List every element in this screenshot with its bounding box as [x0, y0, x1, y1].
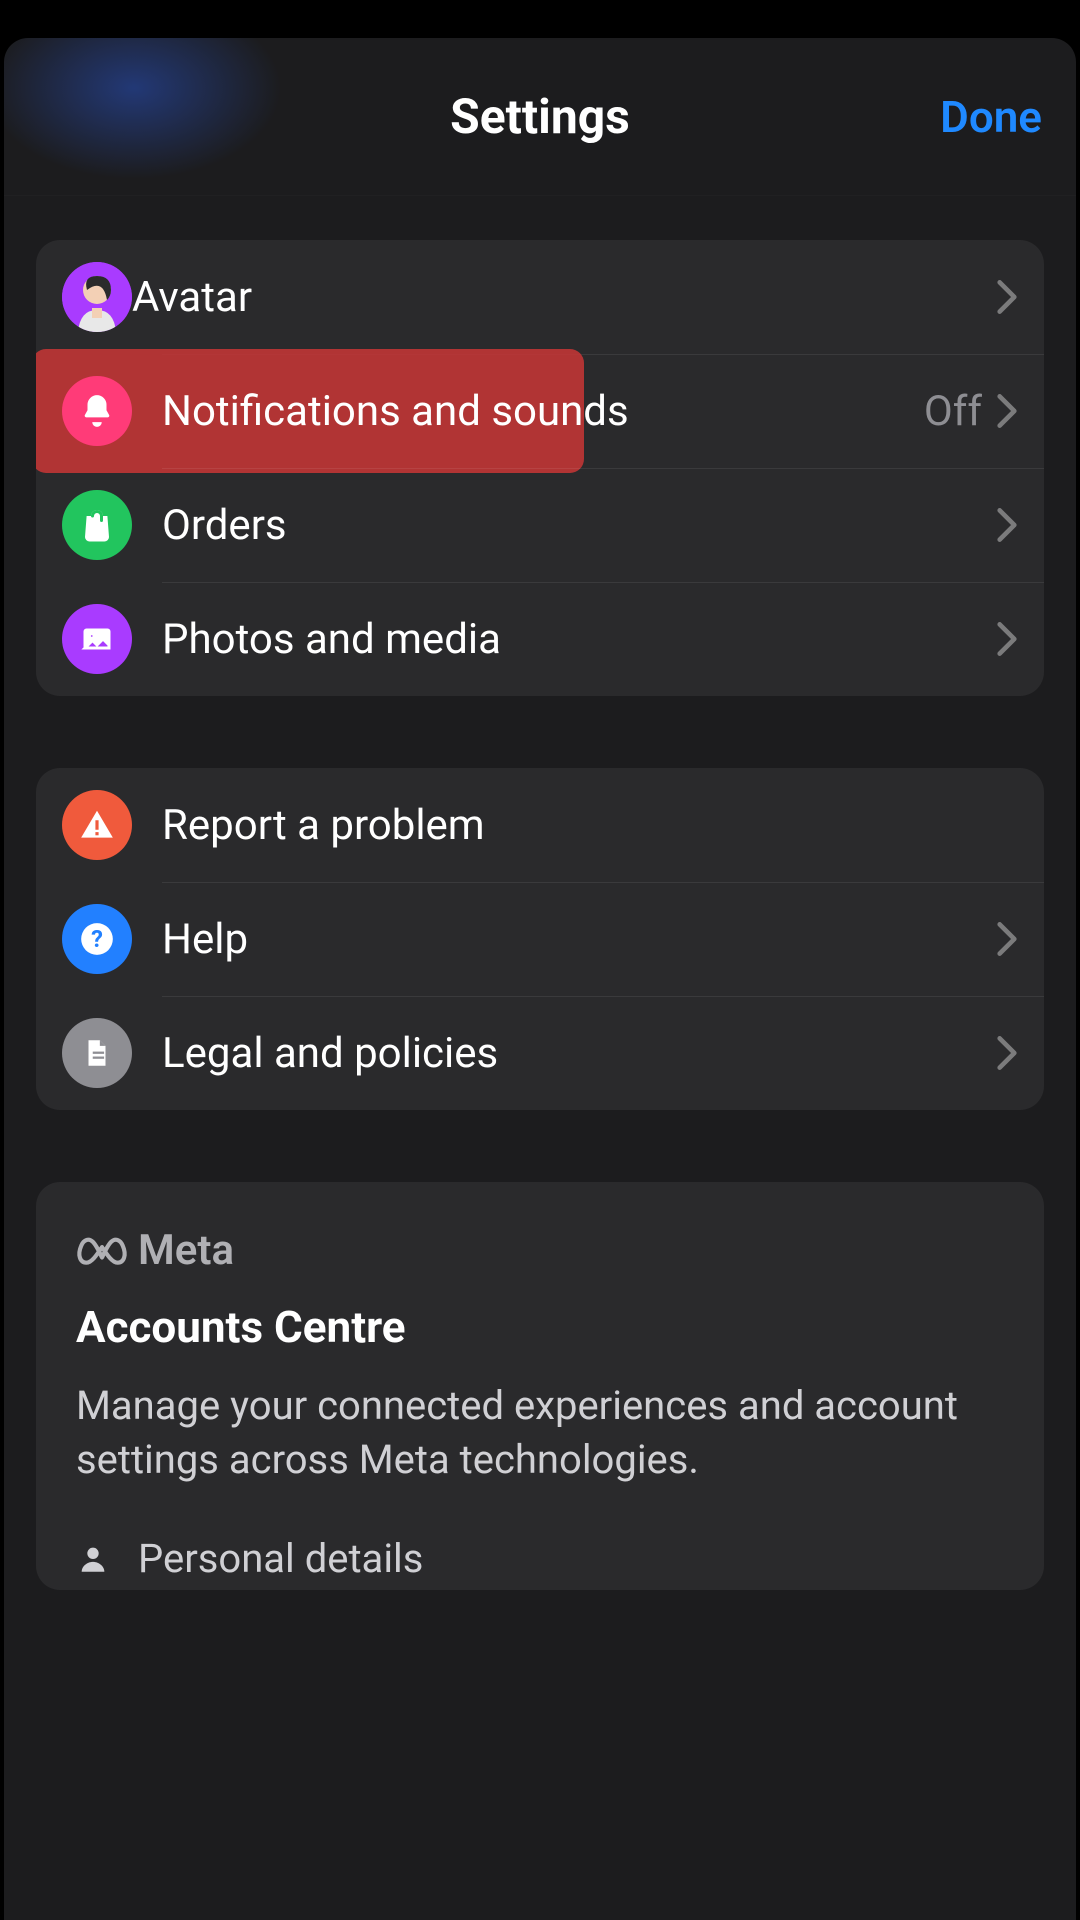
settings-content: Avatar Notifications and sounds Off	[4, 196, 1076, 1590]
accounts-centre-card: Meta Accounts Centre Manage your connect…	[36, 1182, 1044, 1590]
row-avatar[interactable]: Avatar	[36, 240, 1044, 354]
row-help-label: Help	[162, 915, 996, 964]
meta-infinity-icon	[76, 1234, 128, 1268]
row-legal-label: Legal and policies	[162, 1029, 996, 1078]
meta-logo: Meta	[76, 1226, 1004, 1275]
row-personal-details[interactable]: Personal details	[76, 1527, 1004, 1590]
page-title: Settings	[450, 88, 630, 145]
settings-sheet: Settings Done Avatar	[4, 38, 1076, 1920]
chevron-right-icon	[996, 620, 1018, 658]
chevron-right-icon	[996, 920, 1018, 958]
row-report[interactable]: Report a problem	[36, 768, 1044, 882]
row-photos[interactable]: Photos and media	[36, 582, 1044, 696]
chevron-right-icon	[996, 392, 1018, 430]
row-notifications-label: Notifications and sounds	[162, 387, 924, 436]
chevron-right-icon	[996, 278, 1018, 316]
shopping-bag-icon	[62, 490, 132, 560]
row-report-label: Report a problem	[162, 801, 1018, 850]
sheet-header: Settings Done	[4, 38, 1076, 196]
accounts-centre-title: Accounts Centre	[76, 1301, 1004, 1353]
row-photos-label: Photos and media	[162, 615, 996, 664]
bell-icon	[62, 376, 132, 446]
person-icon	[76, 1542, 110, 1576]
settings-group-preferences: Avatar Notifications and sounds Off	[36, 240, 1044, 696]
document-icon	[62, 1018, 132, 1088]
row-notifications-value: Off	[924, 387, 982, 436]
meta-brand-text: Meta	[138, 1226, 234, 1275]
chevron-right-icon	[996, 1034, 1018, 1072]
row-legal[interactable]: Legal and policies	[36, 996, 1044, 1110]
row-personal-details-label: Personal details	[138, 1535, 423, 1582]
chevron-right-icon	[996, 506, 1018, 544]
warning-icon	[62, 790, 132, 860]
help-icon: ?	[62, 904, 132, 974]
avatar-icon	[62, 262, 132, 332]
row-help[interactable]: ? Help	[36, 882, 1044, 996]
row-notifications[interactable]: Notifications and sounds Off	[36, 354, 1044, 468]
settings-group-support: Report a problem ? Help Legal and	[36, 768, 1044, 1110]
row-orders[interactable]: Orders	[36, 468, 1044, 582]
row-orders-label: Orders	[162, 501, 996, 550]
image-icon	[62, 604, 132, 674]
row-avatar-label: Avatar	[132, 273, 996, 322]
done-button[interactable]: Done	[940, 91, 1042, 143]
svg-text:?: ?	[91, 925, 103, 953]
accounts-centre-desc: Manage your connected experiences and ac…	[76, 1379, 1004, 1487]
